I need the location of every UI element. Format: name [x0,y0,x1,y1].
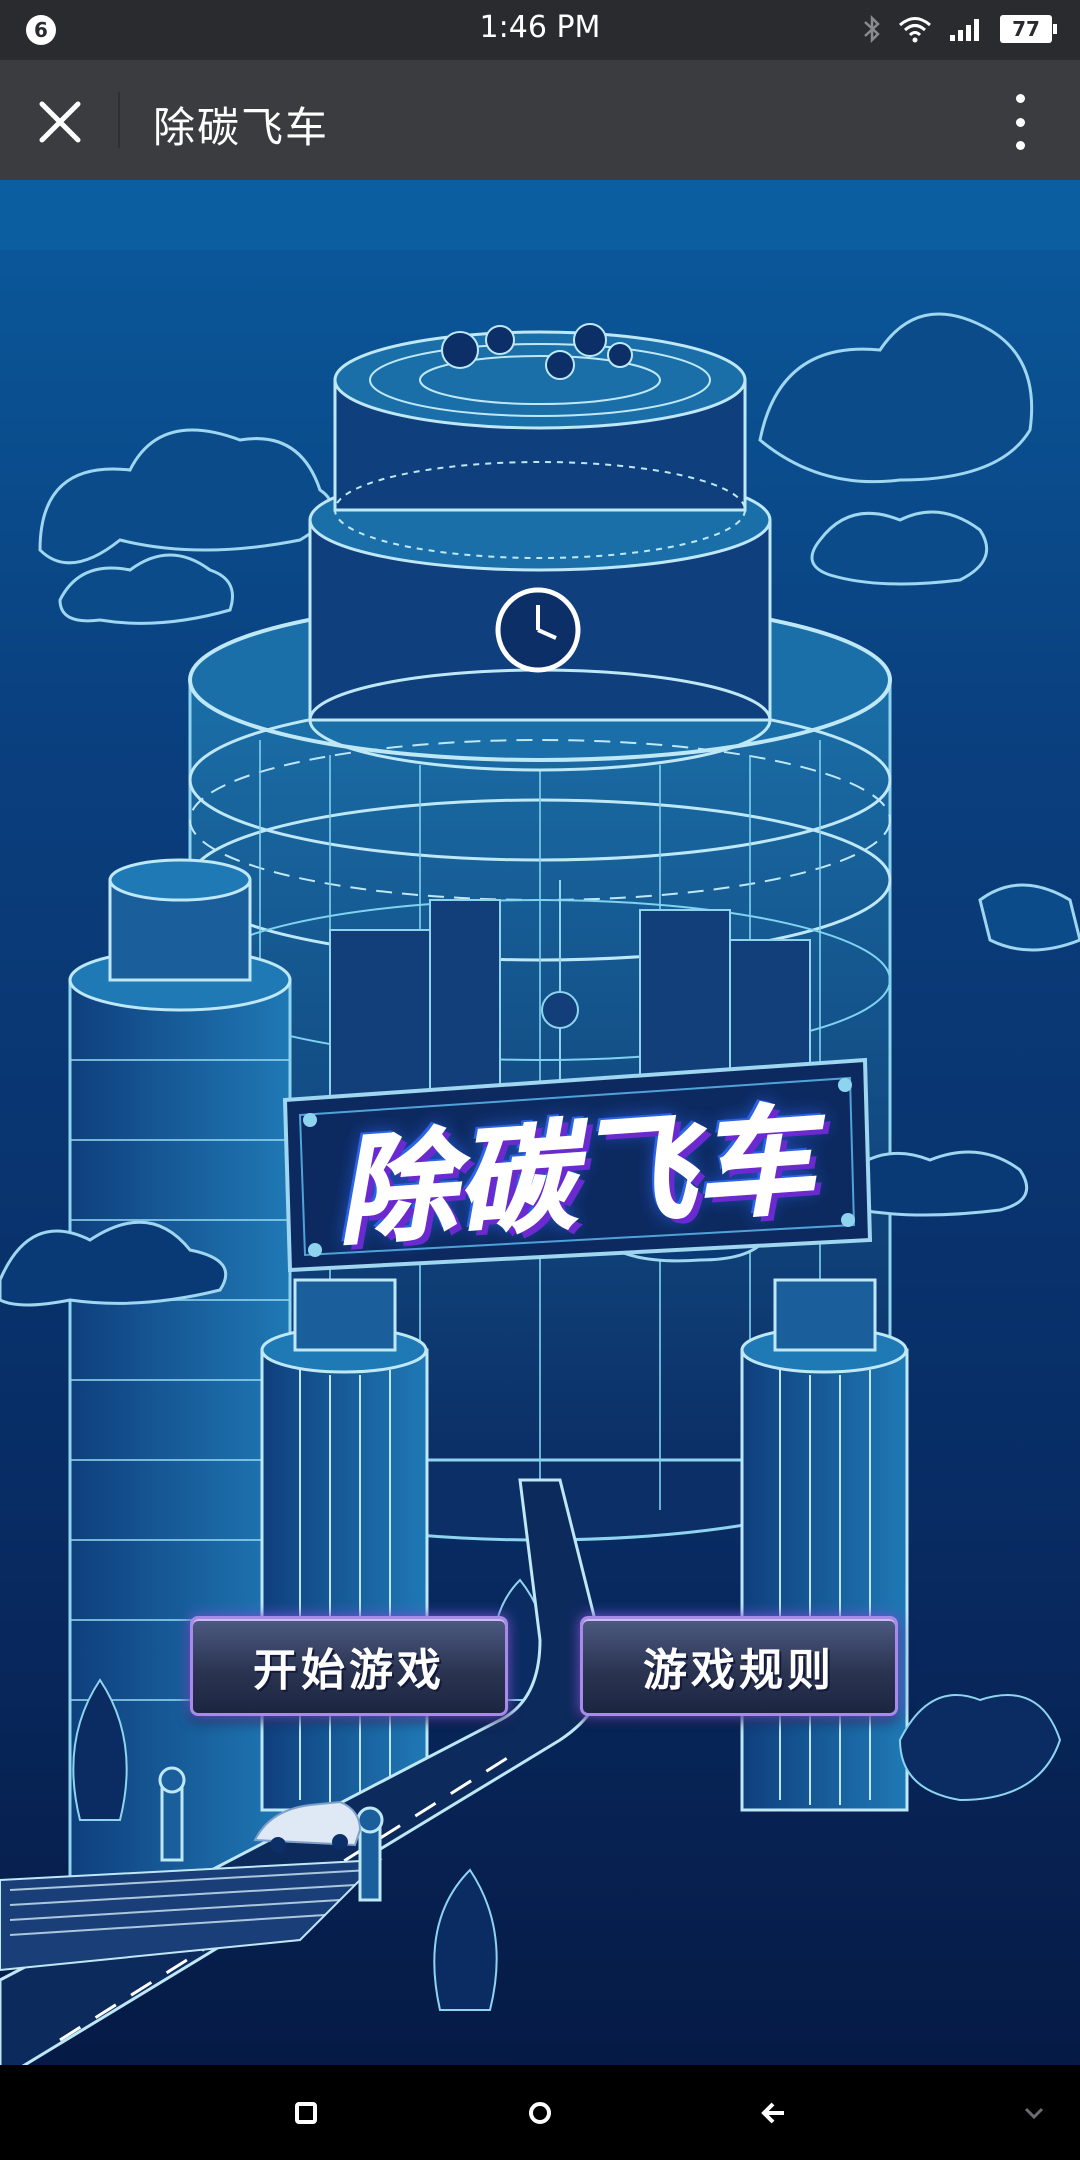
close-icon [39,101,81,143]
nav-divider [118,92,120,148]
status-bar: 6 1:46 PM 77 [0,0,1080,60]
status-icons: 77 [862,14,1057,44]
game-rules-label: 游戏规则 [643,1645,835,1696]
home-icon[interactable] [518,2091,562,2135]
start-game-button[interactable]: 开始游戏 [190,1616,508,1716]
page-title: 除碳飞车 [153,103,330,152]
system-nav-bar [0,2065,1080,2160]
back-icon[interactable] [752,2091,796,2135]
recent-apps-icon[interactable] [284,2091,328,2135]
game-logo-text: 除碳飞车 [330,1089,820,1262]
more-vertical-icon [1015,94,1025,103]
signal-icon [950,19,979,41]
more-button[interactable] [1000,94,1040,150]
start-game-label: 开始游戏 [253,1645,445,1696]
battery-icon: 77 [1000,15,1057,43]
cloud-left [38,428,333,625]
wifi-icon [899,17,931,43]
close-button[interactable] [28,90,92,154]
cylinder-building-right [740,1278,909,1812]
game-rules-button[interactable]: 游戏规则 [580,1616,898,1716]
game-canvas[interactable]: 除碳飞车 开始游戏 游戏规则 [0,180,1080,2065]
cylinder-building-left [260,1278,429,1812]
nav-bar: 除碳飞车 [0,60,1080,180]
bluetooth-icon [864,14,880,44]
collapse-icon[interactable] [1012,2091,1056,2135]
